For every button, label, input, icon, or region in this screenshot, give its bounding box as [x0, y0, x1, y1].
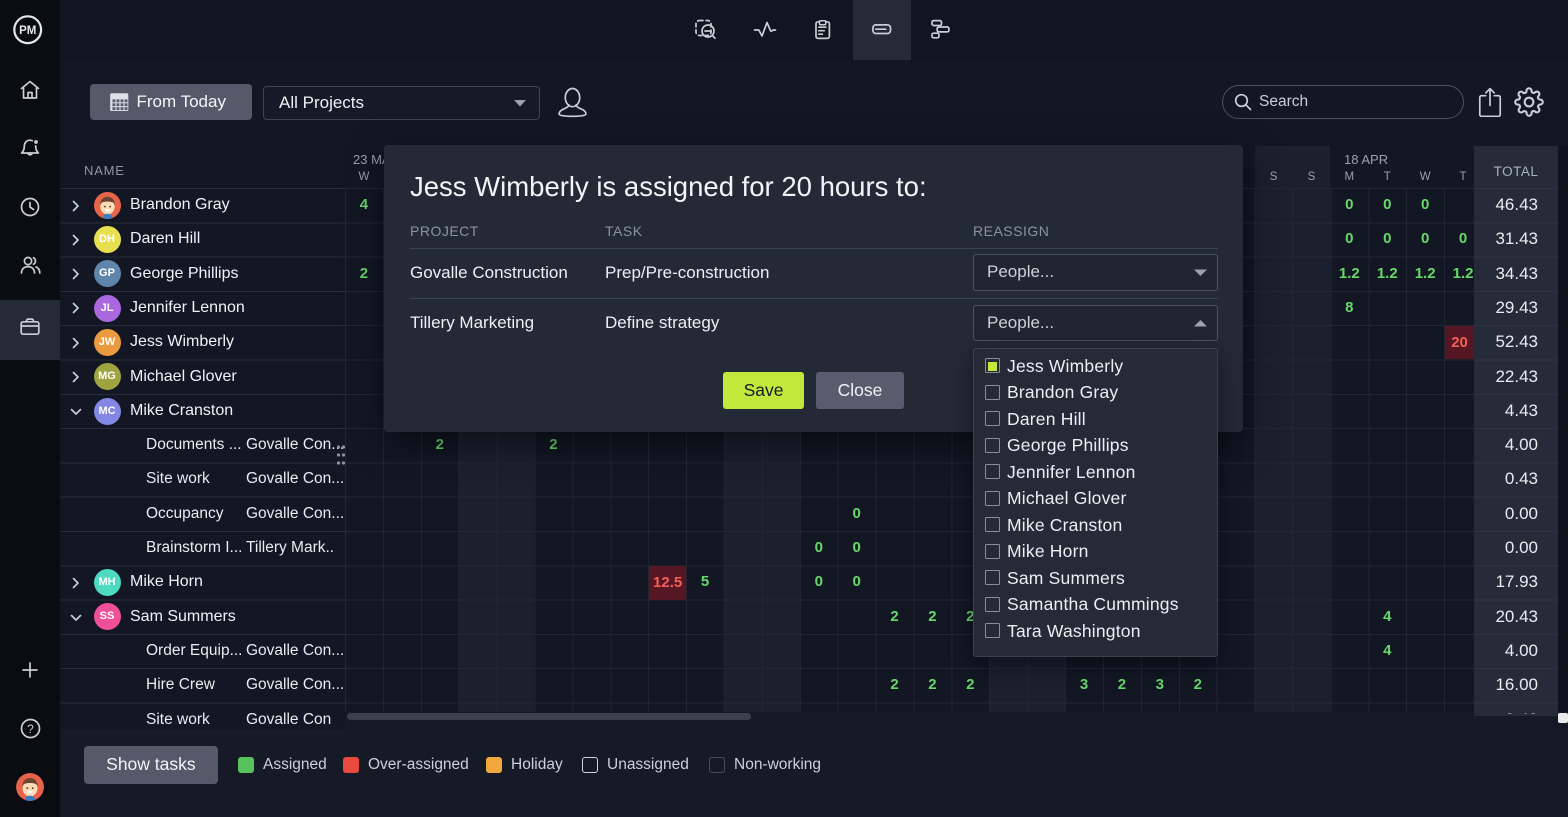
svg-text:PM: PM — [19, 25, 36, 37]
svg-text:?: ? — [27, 722, 34, 736]
